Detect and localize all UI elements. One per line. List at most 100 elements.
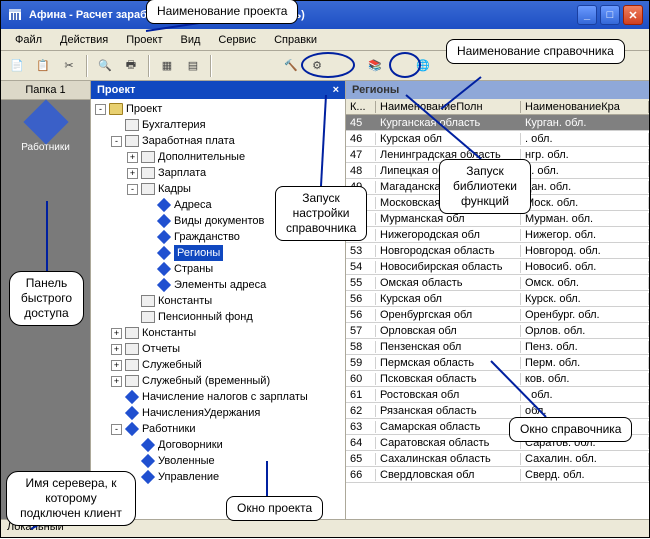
page-icon <box>125 375 139 387</box>
tool-grid-icon[interactable]: ▦ <box>155 54 179 78</box>
tree-node[interactable]: Регионы <box>95 245 345 261</box>
expand-icon[interactable]: - <box>95 104 106 115</box>
tool-calendar-icon[interactable]: ▤ <box>181 54 205 78</box>
tool-new-icon[interactable]: 📄 <box>5 54 29 78</box>
expand-icon[interactable]: + <box>111 328 122 339</box>
menu-проект[interactable]: Проект <box>118 32 170 48</box>
tree-node[interactable]: -Работники <box>95 421 345 437</box>
project-tree[interactable]: - ПроектБухгалтерия - Заработная плата+Допо… <box>91 99 345 519</box>
tree-node[interactable]: Элементы адреса <box>95 277 345 293</box>
expand-icon <box>111 392 122 403</box>
cell-name: Псковская область <box>376 373 521 385</box>
tree-node-label: Заработная плата <box>142 133 235 149</box>
tree-node-label: Бухгалтерия <box>142 117 206 133</box>
tree-node[interactable]: - Заработная плата <box>95 133 345 149</box>
table-row[interactable]: 56Оренбургская облОренбург. обл. <box>346 307 649 323</box>
table-row[interactable]: 58Пензенская облПенз. обл. <box>346 339 649 355</box>
table-row[interactable]: 61Ростовская обл. обл. <box>346 387 649 403</box>
expand-icon <box>127 296 138 307</box>
app-icon <box>7 7 23 23</box>
cell-short: Оренбург. обл. <box>521 309 649 321</box>
diamond-icon <box>157 246 171 260</box>
quick-tab[interactable]: Папка 1 <box>1 81 90 100</box>
tree-node[interactable]: Константы <box>95 293 345 309</box>
cell-name: Курская обл <box>376 133 521 145</box>
expand-icon[interactable]: + <box>111 376 122 387</box>
table-row[interactable]: 55Омская областьОмск. обл. <box>346 275 649 291</box>
tree-node-label: Проект <box>126 101 162 117</box>
tree-node[interactable]: +Служебный (временный) <box>95 373 345 389</box>
tree-node[interactable]: - Проект <box>95 101 345 117</box>
close-button[interactable]: ✕ <box>623 5 643 25</box>
menu-справки[interactable]: Справки <box>266 32 325 48</box>
callout-project-name: Наименование проекта <box>146 0 298 24</box>
tree-node-label: Управление <box>158 469 219 485</box>
table-row[interactable]: 53Новгородская областьНовгород. обл. <box>346 243 649 259</box>
menu-вид[interactable]: Вид <box>172 32 208 48</box>
menu-файл[interactable]: Файл <box>7 32 50 48</box>
expand-icon[interactable]: - <box>111 424 122 435</box>
tree-node[interactable]: Бухгалтерия <box>95 117 345 133</box>
cell-short: нгр. обл. <box>521 149 649 161</box>
table-row[interactable]: 65Сахалинская областьСахалин. обл. <box>346 451 649 467</box>
table-row[interactable]: 60Псковская областьков. обл. <box>346 371 649 387</box>
expand-icon <box>127 440 138 451</box>
tool-delete-icon[interactable]: ✂ <box>57 54 81 78</box>
quick-item-icon[interactable] <box>23 99 68 144</box>
tool-hammer-icon[interactable]: 🔨 <box>279 54 303 78</box>
table-row[interactable]: 45Курганская областьКурган. обл. <box>346 115 649 131</box>
expand-icon[interactable]: + <box>127 168 138 179</box>
expand-icon[interactable]: - <box>127 184 138 195</box>
cell-short: . обл. <box>521 133 649 145</box>
table-row[interactable]: 66Свердловская облСверд. обл. <box>346 467 649 483</box>
page-icon <box>125 119 139 131</box>
expand-icon[interactable]: + <box>127 152 138 163</box>
tree-node[interactable]: +Отчеты <box>95 341 345 357</box>
callout-quick-panel: Панель быстрого доступа <box>9 271 84 326</box>
tool-globe-icon[interactable]: 🌐 <box>411 54 435 78</box>
col-short-header[interactable]: НаименованиеКра <box>521 101 649 113</box>
tool-print-icon[interactable]: 🖶 <box>119 54 143 78</box>
expand-icon[interactable]: - <box>111 136 122 147</box>
tree-node[interactable]: +Зарплата <box>95 165 345 181</box>
tree-node[interactable]: +Дополнительные <box>95 149 345 165</box>
tree-node[interactable]: Договорники <box>95 437 345 453</box>
expand-icon[interactable]: + <box>111 344 122 355</box>
tree-node[interactable]: + Константы <box>95 325 345 341</box>
col-code-header[interactable]: К... <box>346 101 376 113</box>
tree-node[interactable]: Уволенные <box>95 453 345 469</box>
tree-panel-close-icon[interactable]: × <box>333 84 339 96</box>
tree-node[interactable]: НачисленияУдержания <box>95 405 345 421</box>
tree-node[interactable]: Начисление налогов с зарплаты <box>95 389 345 405</box>
maximize-button[interactable]: □ <box>600 5 620 25</box>
tree-node-label: Константы <box>142 325 196 341</box>
callout-server-name: Имя серевера, к которому подключен клиен… <box>6 471 136 526</box>
table-row[interactable]: 57Орловская облОрлов. обл. <box>346 323 649 339</box>
cell-short: Орлов. обл. <box>521 325 649 337</box>
table-row[interactable]: 56Курская облКурск. обл. <box>346 291 649 307</box>
cell-code: 56 <box>346 309 376 321</box>
tool-copy-icon[interactable]: 📋 <box>31 54 55 78</box>
minimize-button[interactable]: _ <box>577 5 597 25</box>
tool-settings-icon[interactable]: ⚙ <box>305 54 329 78</box>
tool-find-icon[interactable]: 🔍 <box>93 54 117 78</box>
tree-node[interactable]: Пенсионный фонд <box>95 309 345 325</box>
callout-ref-name: Наименование справочника <box>446 39 625 64</box>
callout-ref-window: Окно справочника <box>509 417 632 442</box>
expand-icon[interactable]: + <box>111 360 122 371</box>
table-row[interactable]: 59Пермская областьПерм. обл. <box>346 355 649 371</box>
table-row[interactable]: 54Новосибирская областьНовосиб. обл. <box>346 259 649 275</box>
table-row[interactable]: 46Курская обл. обл. <box>346 131 649 147</box>
menu-сервис[interactable]: Сервис <box>210 32 264 48</box>
col-name-header[interactable]: НаименованиеПолн <box>376 101 521 113</box>
cell-short: Курск. обл. <box>521 293 649 305</box>
table-row[interactable]: 52Нижегородская облНижегор. обл. <box>346 227 649 243</box>
page-icon <box>141 183 155 195</box>
cell-short: Пенз. обл. <box>521 341 649 353</box>
tree-node[interactable]: +Служебный <box>95 357 345 373</box>
menu-действия[interactable]: Действия <box>52 32 116 48</box>
tree-node-label: Регионы <box>174 245 223 261</box>
tool-book-icon[interactable]: 📚 <box>363 54 387 78</box>
tree-node[interactable]: Страны <box>95 261 345 277</box>
cell-short: Моск. обл. <box>521 197 649 209</box>
